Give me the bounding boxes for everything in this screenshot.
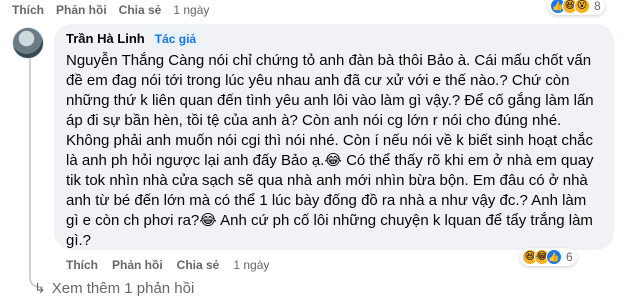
author-badge: Tác giả bbox=[150, 31, 201, 47]
comment-bubble: Trần Hà Linh Tác giả Nguyễn Thắng Càng n… bbox=[54, 24, 614, 250]
wow-icon: 😮 bbox=[574, 0, 590, 14]
like-icon: 👍 bbox=[546, 249, 562, 265]
timestamp[interactable]: 1 ngày bbox=[233, 258, 269, 272]
reply-comment-actions: Thích Phản hồi Chia sẻ 1 ngày bbox=[66, 258, 269, 272]
view-more-replies-label: Xem thêm 1 phản hồi bbox=[51, 280, 195, 297]
timestamp[interactable]: 1 ngày bbox=[173, 3, 209, 17]
reply-link[interactable]: Phản hồi bbox=[112, 258, 163, 272]
avatar[interactable] bbox=[12, 27, 44, 59]
like-link[interactable]: Thích bbox=[12, 3, 44, 17]
share-link[interactable]: Chia sẻ bbox=[119, 3, 162, 17]
reaction-count: 6 bbox=[566, 250, 573, 264]
reply-reactions[interactable]: 😆 😂 👍 6 bbox=[520, 248, 577, 266]
reply-arrow-icon: ↳ bbox=[34, 280, 46, 296]
parent-reactions[interactable]: 👍 😆 😮 8 bbox=[548, 0, 605, 15]
view-more-replies[interactable]: ↳ Xem thêm 1 phản hồi bbox=[34, 280, 194, 297]
parent-comment-actions: Thích Phản hồi Chia sẻ 1 ngày bbox=[12, 3, 209, 17]
comment-text: Nguyễn Thắng Càng nói chỉ chứng tỏ anh đ… bbox=[66, 52, 594, 249]
reaction-count: 8 bbox=[594, 0, 601, 13]
share-link[interactable]: Chia sẻ bbox=[177, 258, 220, 272]
like-link[interactable]: Thích bbox=[66, 258, 98, 272]
reply-link[interactable]: Phản hồi bbox=[56, 3, 107, 17]
author-row: Trần Hà Linh Tác giả bbox=[66, 31, 602, 47]
thread-line bbox=[29, 58, 31, 276]
author-name[interactable]: Trần Hà Linh bbox=[66, 31, 145, 47]
